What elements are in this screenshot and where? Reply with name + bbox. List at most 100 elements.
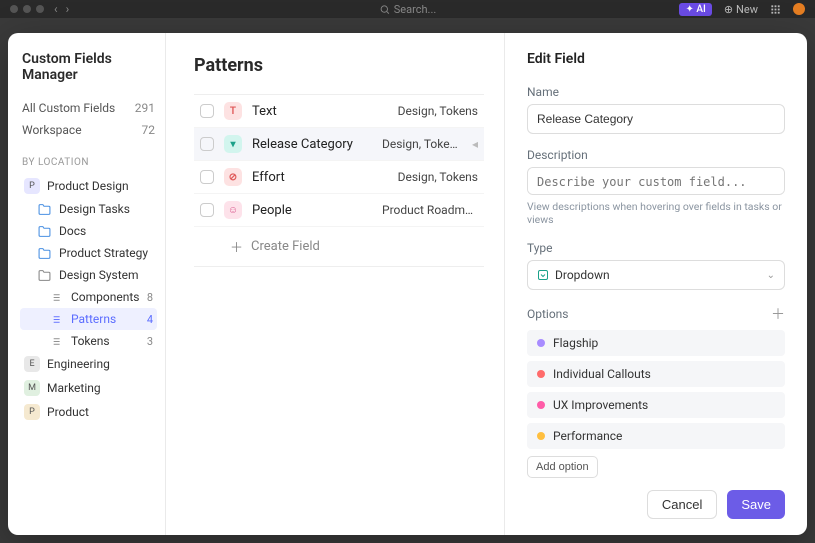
list-patterns[interactable]: Patterns 4 [20,308,157,330]
field-row-text[interactable]: T Text Design, Tokens [194,95,484,128]
page-title: Patterns [194,55,484,76]
list-count: 8 [147,291,153,304]
plus-icon: ＋ [230,237,243,256]
chevron-down-icon: ⌄ [767,270,775,281]
section-label: BY LOCATION [22,157,157,168]
space-product[interactable]: P Product [20,400,157,424]
folder-icon [38,246,52,260]
option-label: UX Improvements [553,398,648,412]
folder-open-icon [38,268,52,282]
type-dropdown[interactable]: Dropdown ⌄ [527,260,785,290]
save-button[interactable]: Save [727,490,785,519]
list-label: Tokens [71,334,110,348]
name-input[interactable] [527,104,785,134]
space-label: Engineering [47,357,110,371]
option-ux-improvements[interactable]: UX Improvements [527,392,785,418]
space-badge-icon: E [24,356,40,372]
folder-design-system[interactable]: Design System [20,264,157,286]
checkbox[interactable] [200,203,214,217]
filter-all[interactable]: All Custom Fields 291 [20,97,157,119]
search-input[interactable]: Search... [379,3,437,16]
field-name: Release Category [252,137,372,152]
color-dot-icon [537,339,545,347]
add-option-button[interactable]: Add option [527,456,598,478]
sidebar-title: Custom Fields Manager [20,51,157,83]
avatar[interactable] [793,3,805,15]
field-name: Text [252,104,372,119]
checkbox[interactable] [200,170,214,184]
list-label: Patterns [71,312,116,326]
apps-icon[interactable] [770,4,781,15]
nav-back-icon[interactable]: ‹ [54,2,58,16]
field-location: Design, Tokens [382,137,458,151]
option-performance[interactable]: Performance [527,423,785,449]
field-location: Product Roadmap [382,203,478,217]
option-label: Individual Callouts [553,367,651,381]
checkbox[interactable] [200,137,214,151]
field-row-effort[interactable]: ⊘ Effort Design, Tokens [194,161,484,194]
list-icon [50,312,64,326]
label-name: Name [527,85,785,99]
type-value: Dropdown [555,268,610,282]
filter-workspace[interactable]: Workspace 72 [20,119,157,141]
folder-label: Design Tasks [59,202,130,216]
search-icon [379,4,390,15]
space-label: Product [47,405,89,419]
list-components[interactable]: Components 8 [20,286,157,308]
option-flagship[interactable]: Flagship [527,330,785,356]
description-textarea[interactable] [527,167,785,195]
folder-design-tasks[interactable]: Design Tasks [20,198,157,220]
space-marketing[interactable]: M Marketing [20,376,157,400]
add-option-icon[interactable]: ＋ [771,304,785,324]
space-engineering[interactable]: E Engineering [20,352,157,376]
list-icon [50,290,64,304]
new-button[interactable]: ⊕ New [724,3,758,16]
label-options: Options [527,307,569,321]
folder-docs[interactable]: Docs [20,220,157,242]
list-count: 4 [147,313,153,326]
checkbox[interactable] [200,104,214,118]
list-label: Components [71,290,140,304]
field-name: Effort [252,170,372,185]
space-label: Marketing [47,381,101,395]
option-individual-callouts[interactable]: Individual Callouts [527,361,785,387]
custom-fields-modal: Custom Fields Manager All Custom Fields … [8,33,807,535]
nav-forward-icon[interactable]: › [66,2,70,16]
filter-all-count: 291 [135,101,155,115]
chevron-left-icon: ◂ [472,137,478,151]
filter-workspace-label: Workspace [22,123,82,137]
list-tokens[interactable]: Tokens 3 [20,330,157,352]
folder-product-strategy[interactable]: Product Strategy [20,242,157,264]
folder-icon [38,202,52,216]
folder-label: Product Strategy [59,246,148,260]
filter-workspace-count: 72 [142,123,156,137]
cancel-button[interactable]: Cancel [647,490,717,519]
field-row-people[interactable]: ☺ People Product Roadmap [194,194,484,227]
color-dot-icon [537,432,545,440]
folder-label: Docs [59,224,86,238]
field-row-release-category[interactable]: ▾ Release Category Design, Tokens ◂ [194,128,484,161]
option-label: Performance [553,429,622,443]
list-icon [50,334,64,348]
ai-badge[interactable]: ✦ AI [679,3,711,16]
search-placeholder: Search... [394,3,437,16]
space-badge-icon: M [24,380,40,396]
space-badge-icon: P [24,178,40,194]
color-dot-icon [537,370,545,378]
space-product-design[interactable]: P Product Design [20,174,157,198]
type-badge-icon: T [224,102,242,120]
window-controls[interactable] [10,5,44,13]
create-field-label: Create Field [251,239,320,254]
label-type: Type [527,241,785,255]
field-location: Design, Tokens [398,104,478,118]
folder-label: Design System [59,268,139,282]
space-badge-icon: P [24,404,40,420]
label-description: Description [527,148,785,162]
create-field-button[interactable]: ＋ Create Field [194,227,484,267]
color-dot-icon [537,401,545,409]
field-name: People [252,203,372,218]
option-label: Flagship [553,336,598,350]
type-badge-icon: ▾ [224,135,242,153]
type-badge-icon: ⊘ [224,168,242,186]
panel-title: Edit Field [527,51,785,67]
